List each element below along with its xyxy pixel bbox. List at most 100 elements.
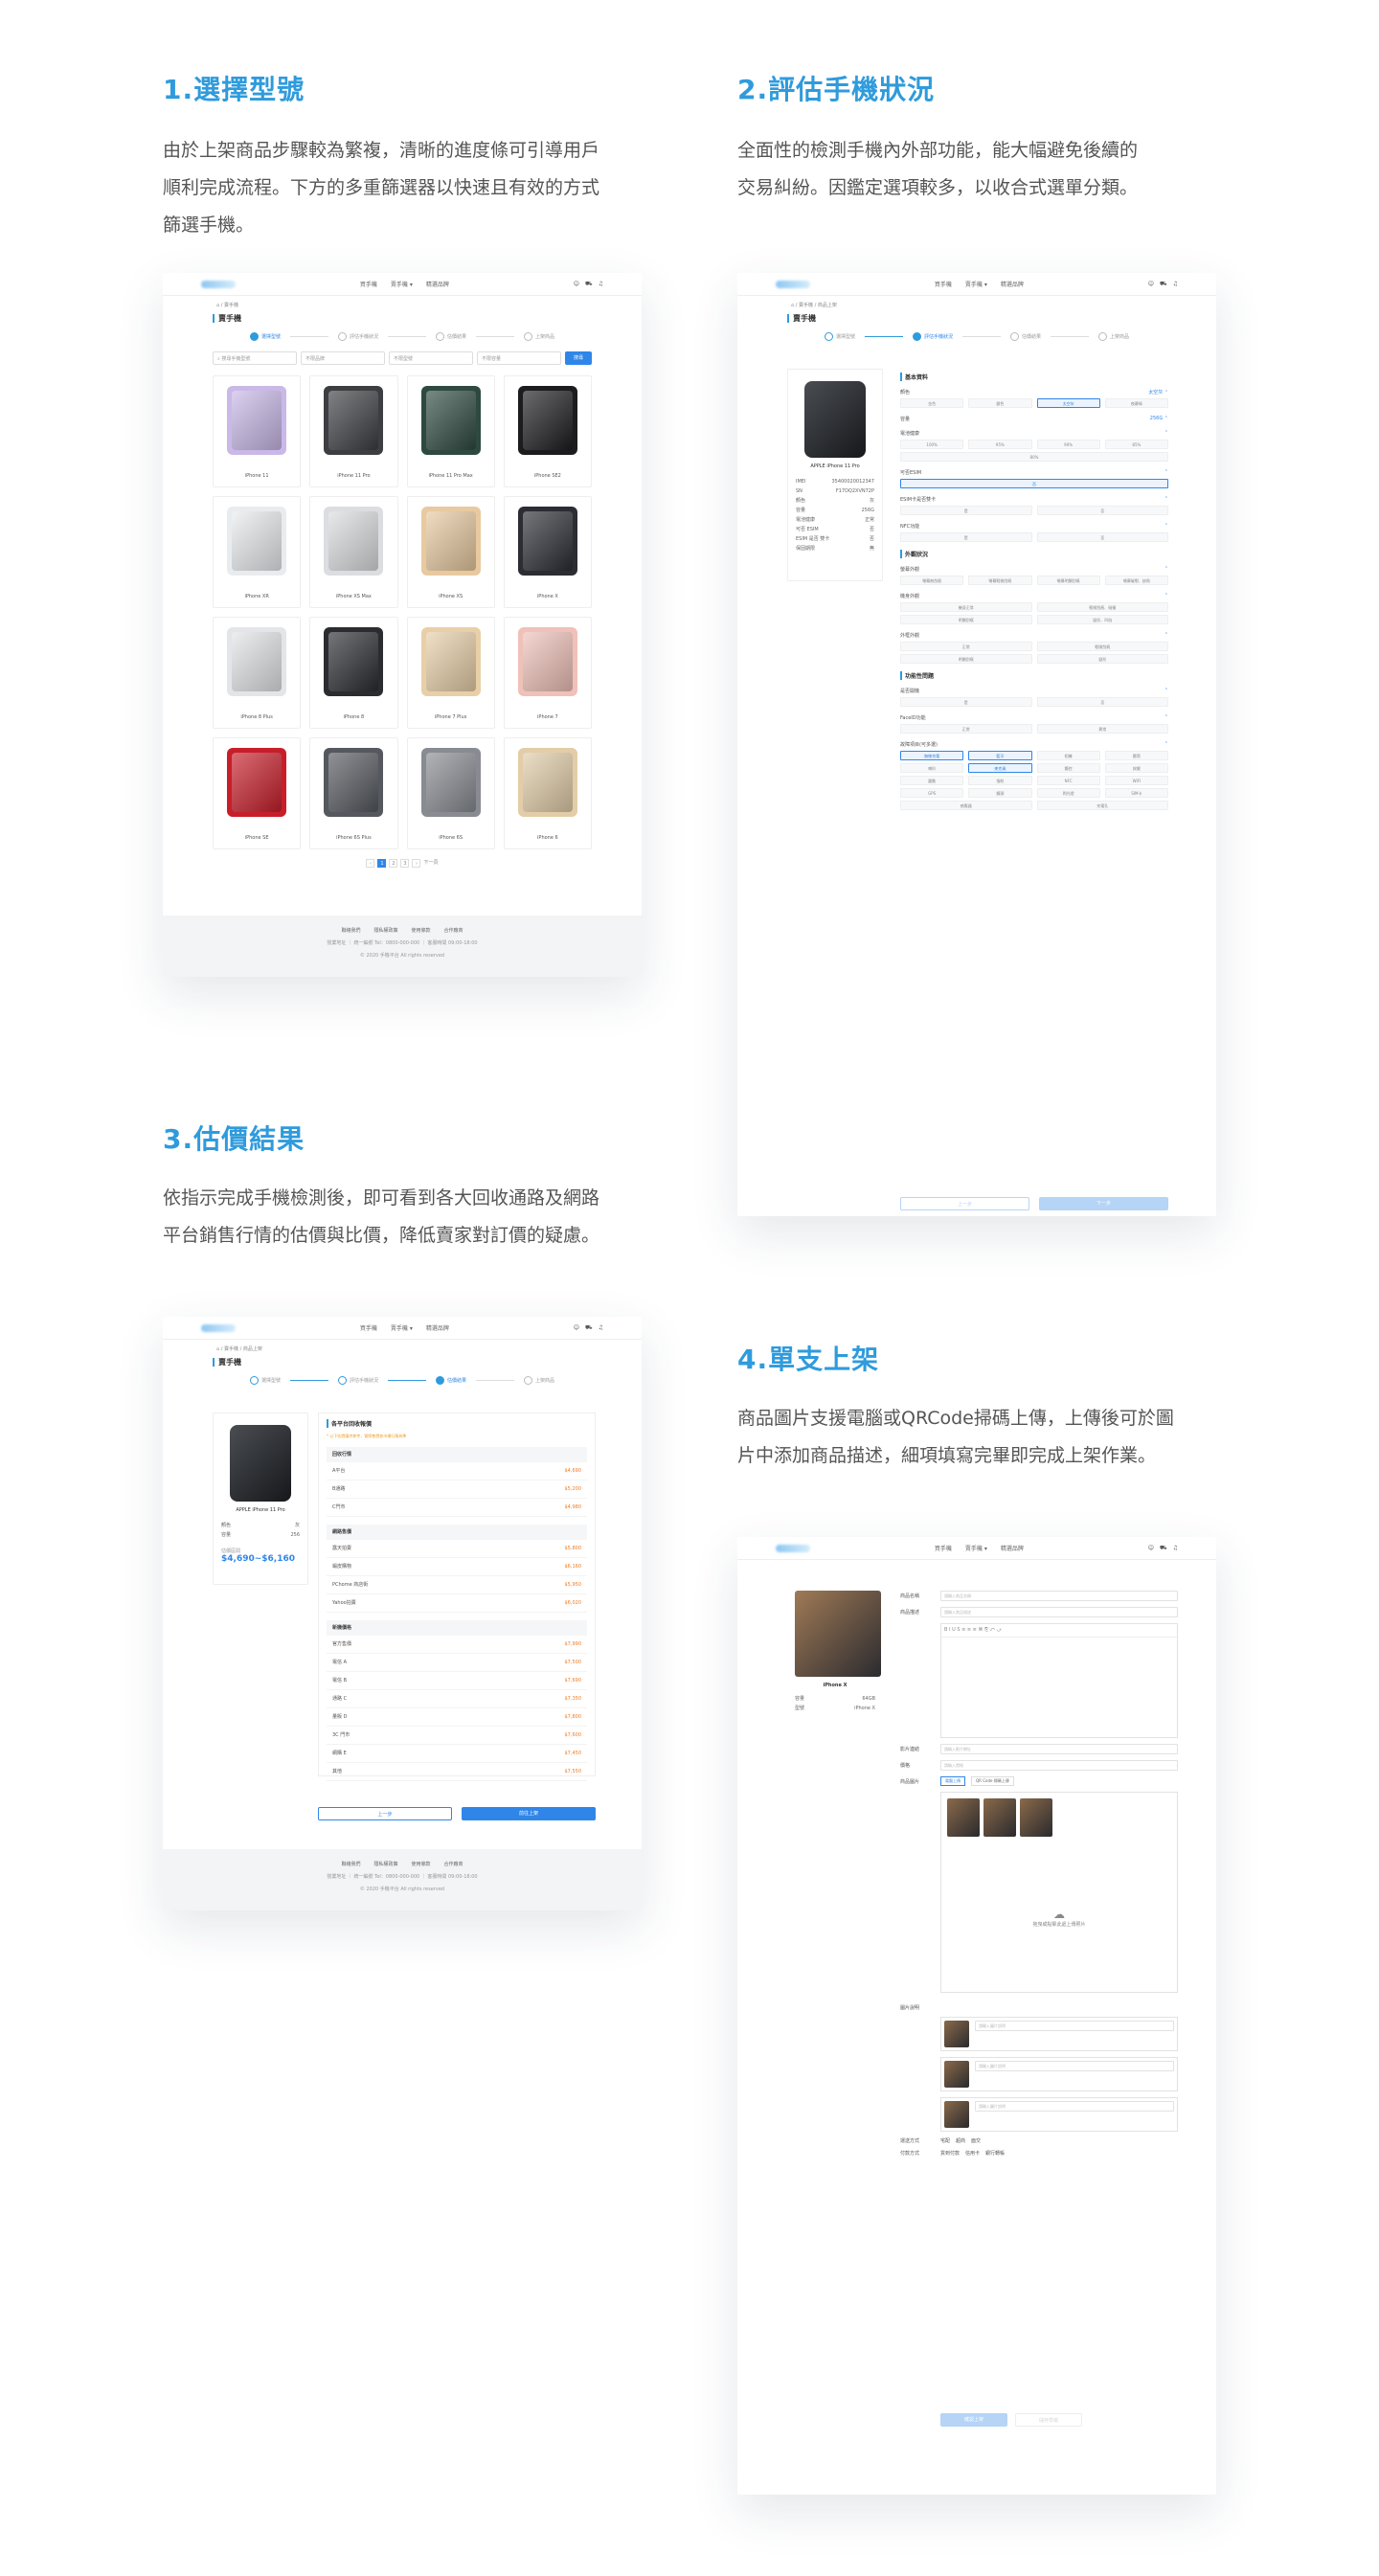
user-icon[interactable]: ☺ xyxy=(1148,281,1154,288)
question-label[interactable]: NFC功能 ⌃ xyxy=(900,523,1168,530)
cart-icon[interactable]: ⛟ xyxy=(1160,1545,1167,1552)
option-button[interactable]: 正常 xyxy=(900,724,1032,734)
ship-option[interactable]: 宅配 xyxy=(940,2137,950,2144)
option-button[interactable]: 100% xyxy=(900,440,964,449)
cart-icon[interactable]: ⛟ xyxy=(585,1324,593,1332)
phone-card[interactable]: iPhone XS xyxy=(406,496,495,608)
nav-brands[interactable]: 精選品牌 xyxy=(1001,1544,1024,1552)
phone-card[interactable]: iPhone 11 Pro Max xyxy=(406,375,495,487)
footer-link[interactable]: 隱私權政策 xyxy=(373,927,397,934)
footer-link[interactable]: 聯絡我們 xyxy=(341,927,360,934)
option-button[interactable]: 是 xyxy=(900,532,1032,542)
pay-option[interactable]: 貨到付款 xyxy=(940,2150,960,2157)
option-button[interactable]: 無線充電 xyxy=(900,751,964,760)
question-label[interactable]: ESIM卡是否雙卡 ⌃ xyxy=(900,496,1168,503)
option-button[interactable]: 太空灰 xyxy=(1036,398,1100,408)
pay-option[interactable]: 信用卡 xyxy=(965,2150,980,2157)
nav-brands[interactable]: 精選品牌 xyxy=(426,1323,449,1332)
footer-link[interactable]: 合作廠商 xyxy=(444,927,463,934)
phone-card[interactable]: iPhone XR xyxy=(213,496,302,608)
option-button[interactable]: 否 xyxy=(1036,532,1168,542)
nav-brands[interactable]: 精選品牌 xyxy=(1001,280,1024,288)
option-button[interactable]: 變形、凹陷 xyxy=(1036,615,1168,624)
option-button[interactable]: 感應器 xyxy=(900,801,1032,810)
chevron-up-icon[interactable]: ⌃ xyxy=(1164,688,1168,694)
caption-input[interactable]: 請輸入圖片說明 xyxy=(975,2061,1174,2071)
question-label[interactable]: 機身外觀 ⌃ xyxy=(900,593,1168,599)
question-label[interactable]: 是否開機 ⌃ xyxy=(900,688,1168,694)
search-button[interactable]: 搜尋 xyxy=(565,351,592,365)
option-button[interactable]: 夜幕綠 xyxy=(1104,398,1168,408)
bell-icon[interactable]: ♫ xyxy=(1173,281,1178,288)
brand-select[interactable]: 不限品牌 xyxy=(301,351,385,365)
ship-option[interactable]: 超商 xyxy=(956,2137,965,2144)
option-button[interactable]: 明顯刮痕 xyxy=(900,615,1032,624)
phone-card[interactable]: iPhone SE xyxy=(213,737,302,849)
option-button[interactable]: SIM卡 xyxy=(1104,788,1168,798)
chevron-up-icon[interactable]: ⌃ xyxy=(1164,430,1168,437)
page-button[interactable]: › xyxy=(412,859,421,868)
option-button[interactable]: 指紋 xyxy=(968,776,1032,785)
rich-text-editor[interactable]: B I U S ≡ ≡ ≡ ⌘ ⎘ ⤺ ⤻ xyxy=(940,1623,1178,1738)
chevron-up-icon[interactable]: ⌃ xyxy=(1164,632,1168,639)
option-button[interactable]: 否 xyxy=(1036,697,1168,707)
user-icon[interactable]: ☺ xyxy=(574,1324,579,1332)
chevron-up-icon[interactable]: ⌃ xyxy=(1164,523,1168,530)
footer-link[interactable]: 使用條款 xyxy=(412,1861,431,1867)
page-button[interactable]: 3 xyxy=(400,859,410,868)
option-button[interactable]: 否 xyxy=(1036,506,1168,515)
nav-sell[interactable]: 賣手機 ▾ xyxy=(965,1544,987,1552)
photo-upload-area[interactable]: ☁ 拖曳或點擊此處上傳照片 xyxy=(940,1792,1178,1993)
title-input[interactable]: 請輸入商品名稱 xyxy=(940,1591,1178,1601)
option-button[interactable]: 觸控 xyxy=(1036,763,1100,773)
desc-input[interactable]: 請輸入商品描述 xyxy=(940,1607,1178,1617)
option-button[interactable]: 金色 xyxy=(900,398,964,408)
option-button[interactable]: 螢幕輕微刮痕 xyxy=(968,576,1032,585)
submit-button[interactable]: 確認上架 xyxy=(940,2413,1007,2427)
bell-icon[interactable]: ♫ xyxy=(599,281,603,288)
option-button[interactable]: 是 xyxy=(900,697,1032,707)
option-button[interactable]: 充電孔 xyxy=(1036,801,1168,810)
question-label[interactable]: 容量 256G ⌃ xyxy=(900,416,1168,422)
option-button[interactable]: 震動 xyxy=(900,776,964,785)
chevron-up-icon[interactable]: ⌃ xyxy=(1164,714,1168,721)
option-button[interactable]: 按鍵 xyxy=(1104,763,1168,773)
prev-button[interactable]: 上一步 xyxy=(900,1197,1029,1210)
phone-card[interactable]: iPhone 7 xyxy=(503,617,592,729)
option-button[interactable]: 麥克風 xyxy=(968,763,1032,773)
nav-buy[interactable]: 買手機 xyxy=(360,1323,377,1332)
footer-link[interactable]: 合作廠商 xyxy=(444,1861,463,1867)
option-button[interactable]: NFC xyxy=(1036,776,1100,785)
chevron-up-icon[interactable]: ⌃ xyxy=(1164,566,1168,573)
phone-card[interactable]: iPhone X xyxy=(503,496,592,608)
nav-buy[interactable]: 買手機 xyxy=(360,280,377,288)
chevron-up-icon[interactable]: ⌃ xyxy=(1164,469,1168,476)
user-icon[interactable]: ☺ xyxy=(1148,1545,1154,1552)
option-button[interactable]: 機身正常 xyxy=(900,602,1032,612)
bell-icon[interactable]: ♫ xyxy=(599,1324,603,1332)
tab-qr-upload[interactable]: QR Code 掃碼上傳 xyxy=(971,1776,1014,1786)
phone-card[interactable]: iPhone SE2 xyxy=(503,375,592,487)
chevron-up-icon[interactable]: ⌃ xyxy=(1164,496,1168,503)
option-button[interactable]: 否 xyxy=(900,479,1168,488)
question-label[interactable]: FaceID功能 ⌃ xyxy=(900,714,1168,721)
nav-brands[interactable]: 精選品牌 xyxy=(426,280,449,288)
option-button[interactable]: 是 xyxy=(900,506,1032,515)
option-button[interactable]: 明顯刮痕 xyxy=(900,654,1032,664)
option-button[interactable]: 聽筒 xyxy=(1104,751,1168,760)
option-button[interactable]: 異常 xyxy=(1036,724,1168,734)
capacity-select[interactable]: 不限容量 xyxy=(477,351,561,365)
option-button[interactable]: 鏡頭 xyxy=(968,788,1032,798)
nav-buy[interactable]: 買手機 xyxy=(935,280,952,288)
option-button[interactable]: 閃光燈 xyxy=(1036,788,1100,798)
option-button[interactable]: 變形 xyxy=(1036,654,1168,664)
page-button[interactable]: 1 xyxy=(377,859,387,868)
phone-card[interactable]: iPhone 6S Plus xyxy=(309,737,398,849)
phone-card[interactable]: iPhone 11 xyxy=(213,375,302,487)
chevron-up-icon[interactable]: ⌃ xyxy=(1164,593,1168,599)
chevron-up-icon[interactable]: 256G ⌃ xyxy=(1150,416,1168,422)
footer-link[interactable]: 使用條款 xyxy=(412,927,431,934)
tab-pc-upload[interactable]: 電腦上傳 xyxy=(940,1776,965,1786)
option-button[interactable]: 螢幕無刮痕 xyxy=(900,576,964,585)
phone-card[interactable]: iPhone XS Max xyxy=(309,496,398,608)
